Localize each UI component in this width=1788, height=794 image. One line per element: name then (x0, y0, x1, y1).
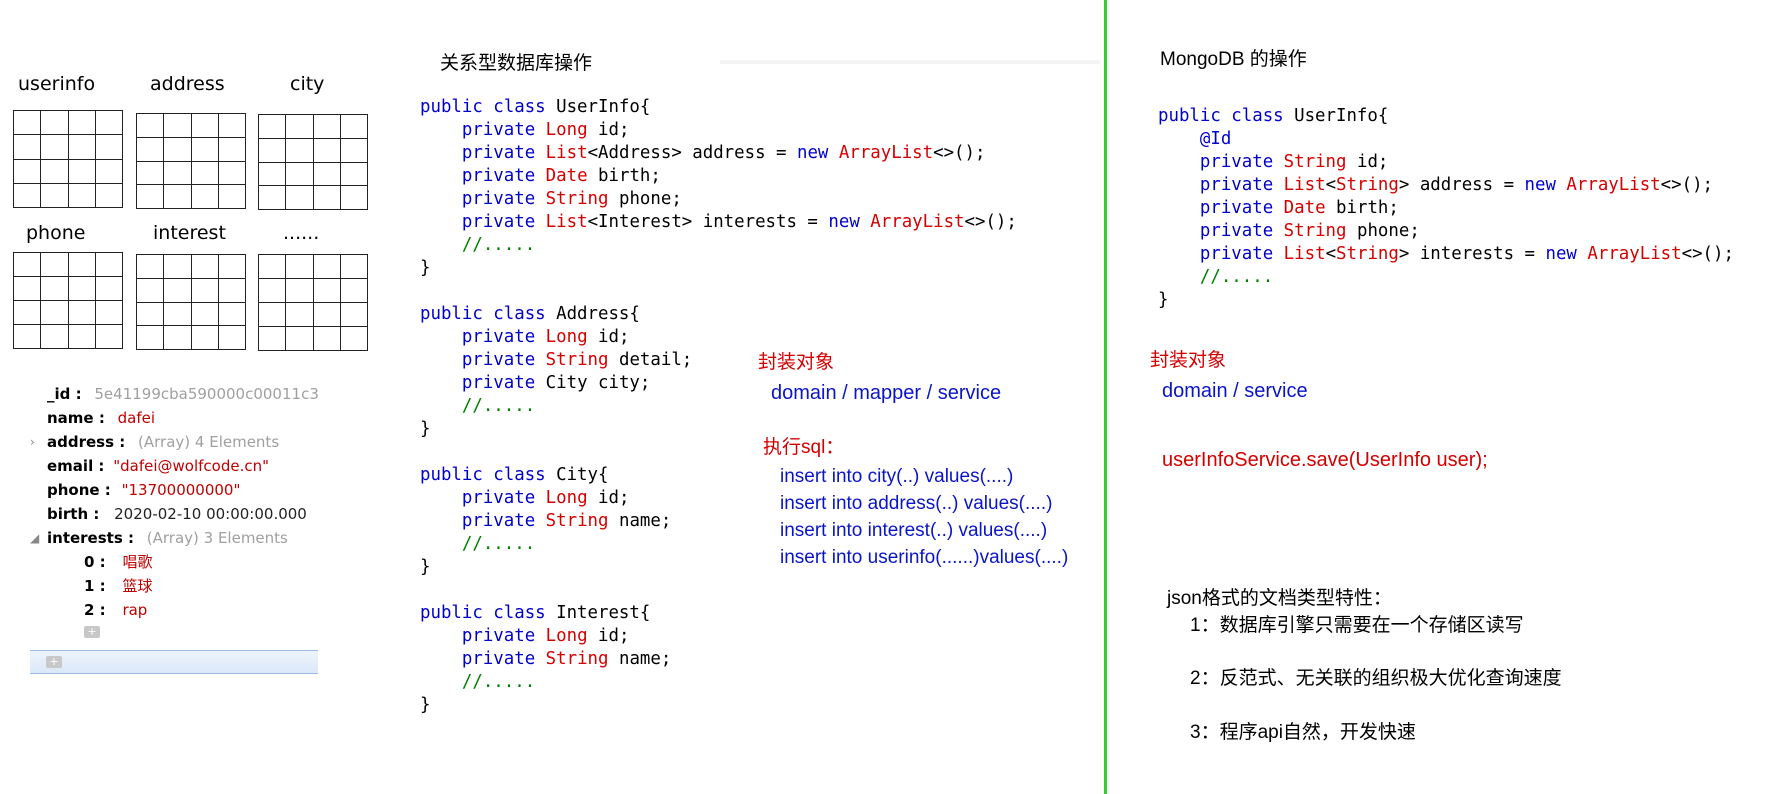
field-key: interests : (47, 529, 134, 547)
field-value: dafei (117, 409, 155, 427)
relational-layers: domain / mapper / service (771, 382, 1002, 404)
field-value: 5e41199cba590000c00011c3 (94, 385, 319, 403)
field-key: phone : (47, 481, 111, 499)
expand-arrow-icon[interactable]: › (30, 430, 35, 454)
field-key: address : (47, 433, 126, 451)
field-interests[interactable]: ◢ interests : (Array) 3 Elements (30, 526, 320, 550)
item-value: 唱歌 (122, 553, 153, 571)
field-id: _id : 5e41199cba590000c00011c3 (30, 382, 320, 406)
table-grid-userinfo (13, 110, 123, 208)
item-index: 0 : (84, 553, 106, 571)
table-grid-address (136, 113, 246, 209)
relational-encapsulate-label: 封装对象 (758, 352, 835, 373)
table-label-userinfo: userinfo (18, 73, 96, 95)
table-grid-city (258, 114, 368, 210)
field-key: name : (47, 409, 105, 427)
mongo-layers: domain / service (1162, 380, 1308, 402)
field-key: email : (47, 457, 105, 475)
selected-add-field-row[interactable]: + (30, 650, 318, 674)
field-value: (Array) 4 Elements (138, 433, 280, 451)
relational-code-block: public class UserInfo{ private Long id; … (420, 97, 1017, 715)
table-grid-phone (13, 252, 123, 349)
faint-divider (720, 60, 1100, 64)
table-grid-more (258, 254, 368, 351)
table-grid-interest (136, 254, 246, 350)
table-label-address: address (150, 73, 225, 95)
table-label-phone: phone (26, 222, 86, 244)
feature-item: 3：程序api自然，开发快速 (1190, 722, 1416, 743)
sql-line: insert into city(..) values(....) (780, 466, 1014, 487)
section-divider (1104, 0, 1107, 794)
field-value: (Array) 3 Elements (146, 529, 288, 547)
sql-line: insert into interest(..) values(....) (780, 520, 1048, 541)
relational-title: 关系型数据库操作 (440, 53, 593, 74)
table-label-ellipsis: ...... (283, 222, 320, 244)
field-value: "dafei@wolfcode.cn" (113, 457, 269, 475)
interest-item-0: 0 : 唱歌 (30, 550, 320, 574)
interest-item-2: 2 : rap (30, 598, 320, 622)
field-name: name : dafei (30, 406, 320, 430)
mongo-encapsulate-label: 封装对象 (1150, 350, 1227, 371)
sql-line: insert into address(..) values(....) (780, 493, 1053, 514)
sql-line: insert into userinfo(......)values(....) (780, 547, 1069, 568)
sql-label: 执行sql： (763, 437, 845, 458)
field-key: birth : (47, 505, 100, 523)
field-value: 2020-02-10 00:00:00.000 (114, 505, 307, 523)
item-value: 篮球 (122, 577, 153, 595)
item-index: 2 : (84, 601, 106, 619)
add-field-button[interactable]: + (46, 656, 62, 668)
document-viewer: _id : 5e41199cba590000c00011c3 name : da… (30, 382, 320, 638)
item-index: 1 : (84, 577, 106, 595)
mongo-save-call: userInfoService.save(UserInfo user); (1162, 449, 1488, 471)
item-value: rap (122, 601, 148, 619)
feature-item: 2：反范式、无关联的组织极大优化查询速度 (1190, 668, 1562, 689)
add-array-item-row: + (30, 622, 320, 638)
field-key: _id : (47, 385, 82, 403)
features-title: json格式的文档类型特性： (1167, 588, 1392, 609)
table-label-interest: interest (153, 222, 226, 244)
field-email: email : "dafei@wolfcode.cn" (30, 454, 320, 478)
field-phone: phone : "13700000000" (30, 478, 320, 502)
add-item-button[interactable]: + (84, 626, 100, 638)
field-birth: birth : 2020-02-10 00:00:00.000 (30, 502, 320, 526)
field-address[interactable]: › address : (Array) 4 Elements (30, 430, 320, 454)
mongo-title: MongoDB 的操作 (1160, 49, 1307, 70)
collapse-arrow-icon[interactable]: ◢ (30, 526, 39, 550)
interest-item-1: 1 : 篮球 (30, 574, 320, 598)
field-value: "13700000000" (121, 481, 241, 499)
mongo-code-block: public class UserInfo{ @Id private Strin… (1158, 106, 1734, 310)
table-label-city: city (290, 73, 325, 95)
feature-item: 1：数据库引擎只需要在一个存储区读写 (1190, 615, 1524, 636)
